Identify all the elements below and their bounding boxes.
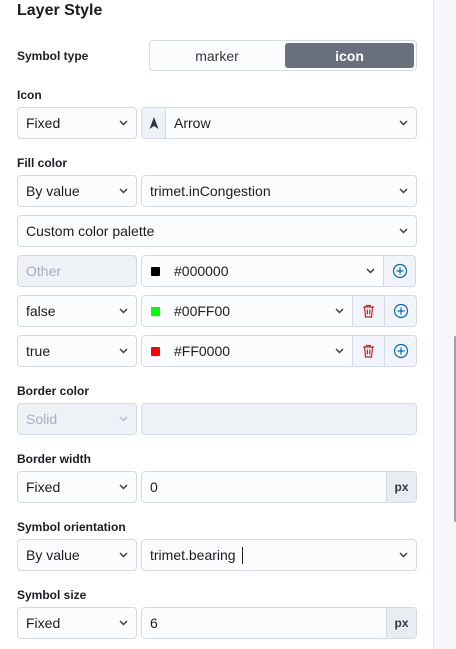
symbol-size-mode-value: Fixed bbox=[26, 615, 61, 631]
stop-key-false-select[interactable]: false bbox=[17, 295, 137, 327]
stop-key-false-value: false bbox=[26, 303, 56, 319]
chevron-down-icon bbox=[335, 306, 344, 315]
symbol-size-label: Symbol size bbox=[17, 588, 87, 602]
symbol-orientation-field-select[interactable]: trimet.bearing bbox=[141, 539, 417, 571]
chevron-down-icon bbox=[335, 346, 344, 355]
border-width-mode-value: Fixed bbox=[26, 479, 61, 495]
chevron-down-icon bbox=[119, 186, 128, 195]
symbol-orientation-mode-value: By value bbox=[26, 547, 80, 563]
add-stop-button[interactable] bbox=[384, 335, 417, 367]
border-width-value: 0 bbox=[150, 479, 158, 495]
color-swatch bbox=[151, 346, 160, 356]
delete-stop-button[interactable] bbox=[352, 335, 385, 367]
add-stop-button[interactable] bbox=[383, 255, 416, 287]
chevron-down-icon bbox=[366, 266, 375, 275]
border-color-mode-value: Solid bbox=[26, 411, 58, 427]
border-color-picker bbox=[141, 403, 417, 435]
stop-key-other-input: Other bbox=[17, 255, 137, 287]
plus-circle-icon bbox=[393, 303, 408, 319]
add-stop-button[interactable] bbox=[384, 295, 417, 327]
chevron-down-icon bbox=[119, 618, 128, 627]
chevron-down-icon bbox=[119, 482, 128, 491]
symbol-orientation-field-value: trimet.bearing bbox=[150, 547, 236, 563]
plus-circle-icon bbox=[392, 263, 407, 279]
panel-title: Layer Style bbox=[17, 2, 103, 19]
chevron-down-icon bbox=[119, 306, 128, 315]
symbol-size-input[interactable]: 6 px bbox=[141, 607, 417, 639]
icon-mode-value: Fixed bbox=[26, 115, 61, 131]
text-cursor bbox=[241, 546, 243, 564]
chevron-down-icon bbox=[399, 226, 408, 235]
symbol-size-value: 6 bbox=[150, 615, 158, 631]
stop-key-true-select[interactable]: true bbox=[17, 335, 137, 367]
symbol-size-mode-select[interactable]: Fixed bbox=[17, 607, 137, 639]
icon-select[interactable]: Arrow bbox=[141, 107, 417, 139]
symbol-type-marker-option[interactable]: marker bbox=[152, 43, 282, 68]
chevron-down-icon bbox=[119, 346, 128, 355]
fill-color-field-value: trimet.inCongestion bbox=[150, 183, 271, 199]
border-width-unit: px bbox=[386, 472, 416, 502]
stop-color-false-value: #00FF00 bbox=[174, 303, 231, 319]
chevron-down-icon bbox=[119, 414, 128, 423]
arrow-icon bbox=[142, 108, 166, 138]
symbol-type-toggle: marker icon bbox=[149, 40, 417, 71]
border-width-mode-select[interactable]: Fixed bbox=[17, 471, 137, 503]
color-swatch bbox=[151, 266, 160, 276]
color-palette-value: Custom color palette bbox=[26, 223, 155, 239]
fill-color-mode-select[interactable]: By value bbox=[17, 175, 137, 207]
symbol-orientation-label: Symbol orientation bbox=[17, 520, 126, 534]
stop-color-true-value: #FF0000 bbox=[174, 343, 231, 359]
fill-color-mode-value: By value bbox=[26, 183, 80, 199]
chevron-down-icon bbox=[119, 550, 128, 559]
stop-color-other-select[interactable]: #000000 bbox=[141, 255, 384, 287]
stop-key-true-value: true bbox=[26, 343, 51, 359]
stop-color-other-value: #000000 bbox=[174, 263, 229, 279]
symbol-type-label: Symbol type bbox=[17, 49, 89, 63]
border-width-input[interactable]: 0 px bbox=[141, 471, 417, 503]
layer-style-panel: Layer Style Symbol type marker icon Icon… bbox=[0, 0, 434, 649]
border-color-label: Border color bbox=[17, 384, 90, 398]
border-color-mode-select: Solid bbox=[17, 403, 137, 435]
icon-label: Icon bbox=[17, 88, 42, 102]
trash-icon bbox=[363, 344, 374, 358]
chevron-down-icon bbox=[399, 118, 408, 127]
stop-key-other-placeholder: Other bbox=[26, 263, 62, 279]
icon-mode-select[interactable]: Fixed bbox=[17, 107, 137, 139]
stop-color-false-select[interactable]: #00FF00 bbox=[141, 295, 353, 327]
plus-circle-icon bbox=[393, 343, 408, 359]
border-width-label: Border width bbox=[17, 452, 91, 466]
stop-color-true-select[interactable]: #FF0000 bbox=[141, 335, 353, 367]
fill-color-field-select[interactable]: trimet.inCongestion bbox=[141, 175, 417, 207]
symbol-size-unit: px bbox=[386, 608, 416, 638]
chevron-down-icon bbox=[399, 550, 408, 559]
fill-color-label: Fill color bbox=[17, 156, 68, 170]
color-palette-select[interactable]: Custom color palette bbox=[17, 215, 417, 247]
delete-stop-button[interactable] bbox=[352, 295, 385, 327]
chevron-down-icon bbox=[119, 118, 128, 127]
color-swatch bbox=[151, 306, 160, 316]
symbol-orientation-mode-select[interactable]: By value bbox=[17, 539, 137, 571]
chevron-down-icon bbox=[399, 186, 408, 195]
symbol-type-icon-option[interactable]: icon bbox=[285, 43, 414, 68]
trash-icon bbox=[363, 304, 374, 318]
